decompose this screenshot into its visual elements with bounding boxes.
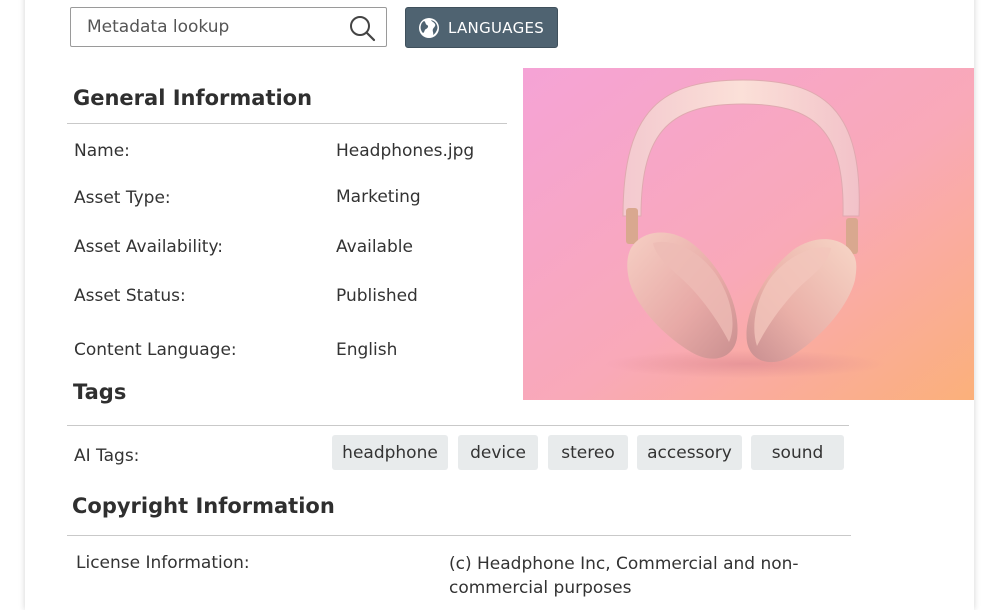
globe-icon — [419, 17, 439, 38]
search-input[interactable] — [71, 8, 341, 46]
name-value: Headphones.jpg — [336, 141, 475, 161]
tags-divider — [67, 425, 849, 426]
search-box[interactable] — [70, 7, 387, 47]
asset-availability-value: Available — [336, 237, 413, 257]
general-information-heading: General Information — [73, 86, 313, 110]
tag-chip[interactable]: stereo — [548, 435, 628, 470]
languages-button[interactable]: LANGUAGES — [405, 7, 558, 48]
tags-heading: Tags — [73, 380, 127, 404]
ai-tags-label: AI Tags: — [74, 446, 140, 466]
asset-type-label: Asset Type: — [74, 188, 171, 208]
asset-availability-label: Asset Availability: — [74, 237, 224, 257]
headphones-image — [523, 68, 974, 400]
content-language-value: English — [336, 340, 398, 360]
general-information-divider — [67, 123, 507, 124]
tag-chip[interactable]: accessory — [637, 435, 742, 470]
search-icon[interactable] — [348, 14, 376, 42]
asset-preview-image[interactable] — [523, 68, 974, 400]
copyright-heading: Copyright Information — [72, 494, 335, 518]
languages-button-label: LANGUAGES — [448, 18, 545, 37]
tag-chip[interactable]: device — [458, 435, 538, 470]
asset-status-value: Published — [336, 286, 418, 306]
license-information-label: License Information: — [76, 553, 250, 573]
asset-type-value: Marketing — [336, 187, 421, 207]
asset-status-label: Asset Status: — [74, 286, 186, 306]
content-language-label: Content Language: — [74, 340, 237, 360]
license-information-value: (c) Headphone Inc, Commercial and non-co… — [449, 554, 799, 598]
tag-chip[interactable]: headphone — [332, 435, 448, 470]
copyright-divider — [67, 535, 851, 536]
tag-chip[interactable]: sound — [751, 435, 844, 470]
name-label: Name: — [74, 141, 130, 161]
